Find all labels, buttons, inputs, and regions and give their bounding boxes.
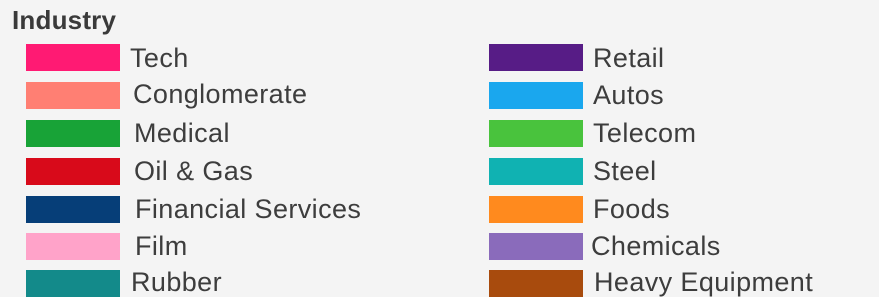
legend-swatch-heavy-equipment [489,270,583,297]
legend-label-autos: Autos [593,80,665,110]
legend-swatch-autos [489,82,583,109]
legend-label-rubber: Rubber [131,267,222,297]
legend-label-financial-services: Financial Services [135,194,362,224]
legend-label-conglomerate: Conglomerate [133,79,308,109]
legend-label-chemicals: Chemicals [591,231,721,261]
legend-swatch-film [26,233,120,260]
legend-swatch-chemicals [489,233,583,260]
legend-swatch-oil-gas [26,158,120,185]
legend-label-medical: Medical [134,118,230,148]
legend-title: Industry [12,5,117,35]
legend-label-film: Film [135,231,188,261]
legend-label-heavy-equipment: Heavy Equipment [594,267,814,297]
legend-label-tech: Tech [130,43,189,73]
legend-swatch-foods [489,196,583,223]
legend-label-retail: Retail [593,43,665,73]
legend-label-steel: Steel [593,156,657,186]
legend-swatch-conglomerate [26,82,120,109]
legend-swatch-steel [489,158,583,185]
legend-swatch-retail [489,44,583,71]
legend-swatch-tech [26,44,120,71]
legend-swatch-medical [26,120,120,147]
legend-swatch-telecom [489,120,583,147]
legend-swatch-financial-services [26,196,120,223]
legend-swatch-rubber [26,270,120,297]
legend-label-oil-gas: Oil & Gas [134,156,254,186]
legend-label-foods: Foods [593,194,671,224]
legend-label-telecom: Telecom [593,118,697,148]
